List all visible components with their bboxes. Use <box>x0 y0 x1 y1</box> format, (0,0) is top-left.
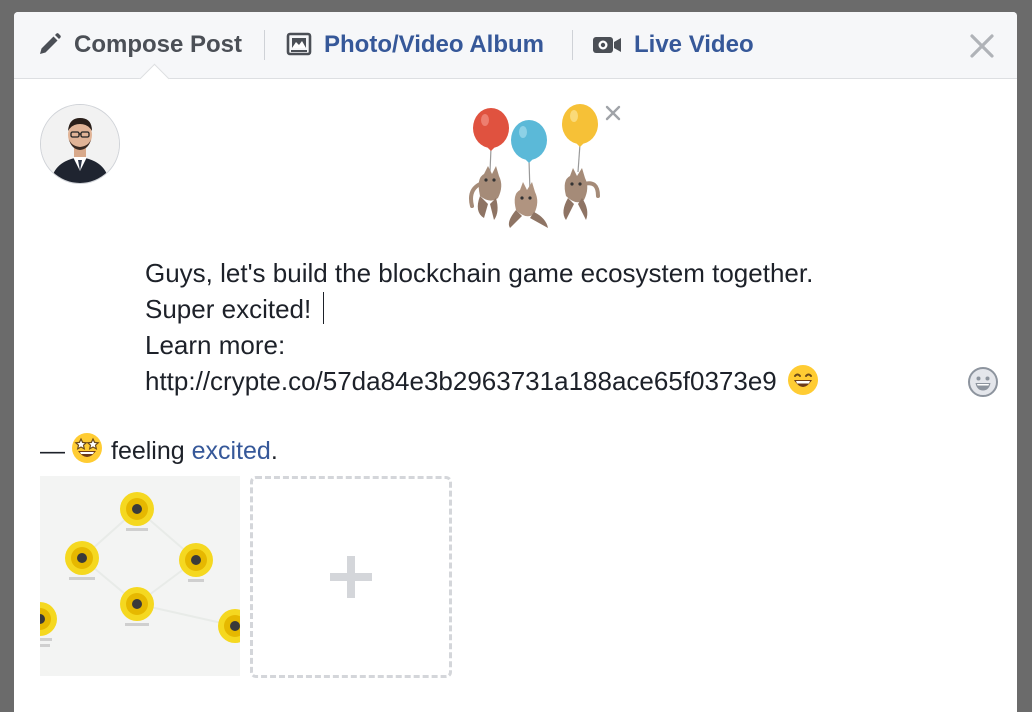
emoji-picker-icon[interactable] <box>967 366 999 398</box>
smile-emoji-icon <box>787 364 819 405</box>
star-struck-emoji-icon <box>71 432 103 471</box>
tab-live-video[interactable]: Live Video <box>592 12 754 78</box>
tab-compose-post[interactable]: Compose Post <box>36 12 242 78</box>
pencil-icon <box>36 32 62 58</box>
avatar[interactable] <box>40 104 120 184</box>
plus-icon <box>330 556 372 598</box>
compose-dialog: Compose Post Photo/Video Album Live Vide… <box>14 12 1017 712</box>
close-icon[interactable] <box>967 31 997 61</box>
video-camera-icon <box>592 32 622 58</box>
post-text-editor[interactable]: Guys, let's build the blockchain game ec… <box>145 255 945 405</box>
tab-photo-video-album[interactable]: Photo/Video Album <box>286 12 544 78</box>
tab-photo-label: Photo/Video Album <box>324 31 544 58</box>
feeling-activity-line: — feeling excited. <box>40 432 278 471</box>
feeling-prefix: feeling <box>111 436 185 465</box>
attached-photo-thumbnail[interactable] <box>40 476 240 676</box>
tab-compose-label: Compose Post <box>74 31 243 58</box>
remove-sticker-close-icon[interactable] <box>604 104 622 122</box>
post-text-line: Guys, let's build the blockchain game ec… <box>145 258 814 288</box>
tab-divider <box>264 30 265 60</box>
tab-divider <box>572 30 573 60</box>
balloon-cats-sticker <box>466 100 606 234</box>
text-cursor <box>323 292 325 324</box>
post-text-line: Learn more: <box>145 330 286 360</box>
post-text-line: Super excited! <box>145 294 312 324</box>
post-link-text: http://crypte.co/57da84e3b2963731a188ace… <box>145 366 777 396</box>
composer-tab-bar: Compose Post Photo/Video Album Live Vide… <box>14 12 1017 79</box>
feeling-activity-link[interactable]: excited <box>192 437 271 466</box>
add-photo-button[interactable] <box>250 476 452 678</box>
feeling-suffix: . <box>270 436 278 465</box>
photo-album-icon <box>286 32 312 58</box>
feeling-dash: — <box>40 436 65 465</box>
tab-live-label: Live Video <box>634 31 754 58</box>
